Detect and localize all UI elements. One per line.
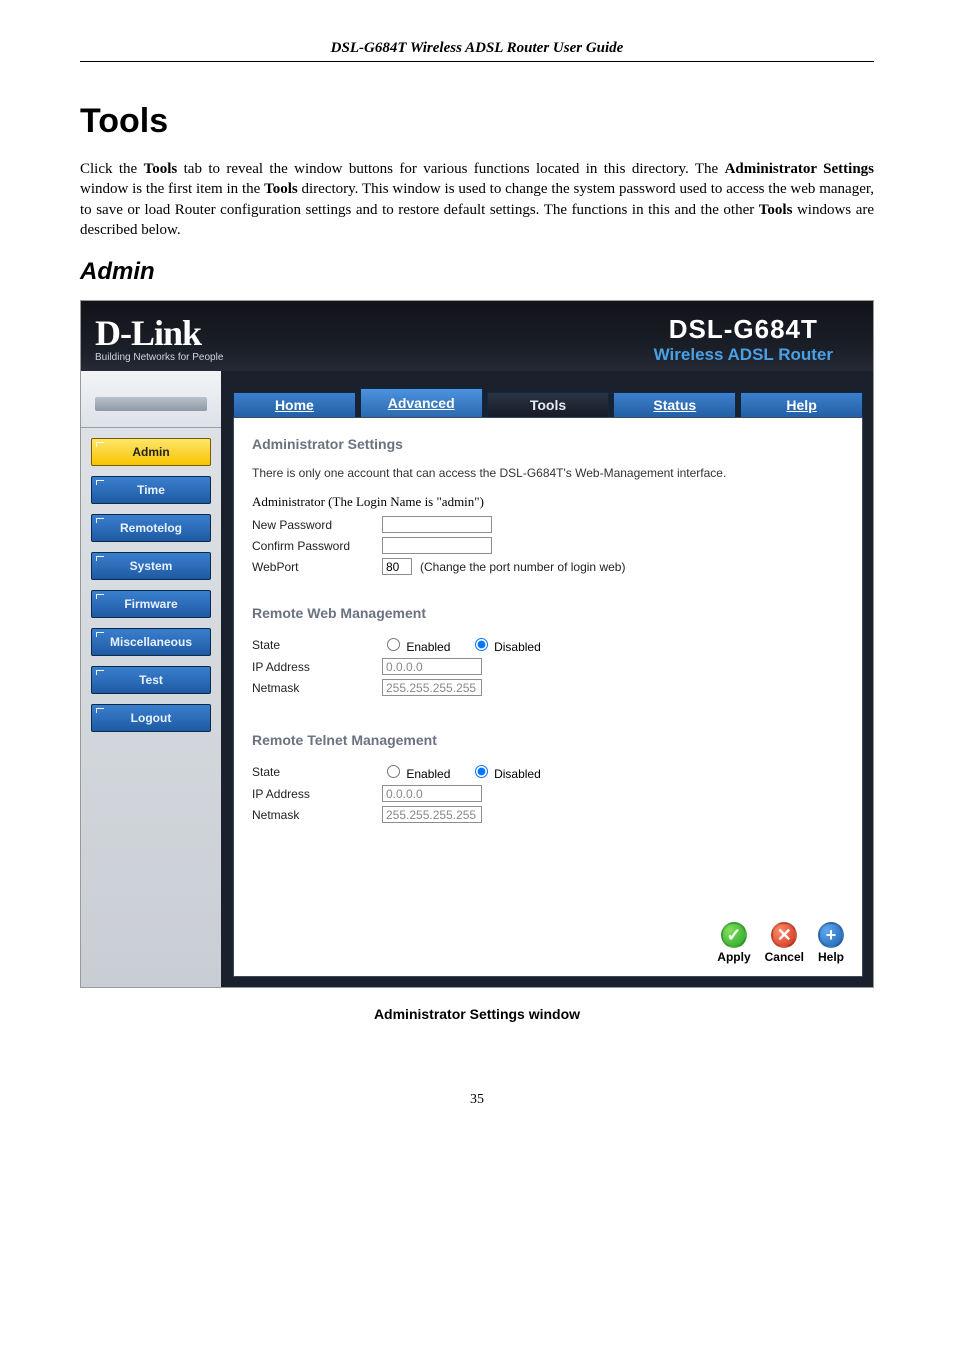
section-admin-settings: Administrator Settings [252,436,844,452]
apply-label: Apply [717,950,750,964]
subsection-title: Admin [80,258,874,286]
figure-caption: Administrator Settings window [80,1006,874,1022]
admin-note: There is only one account that can acces… [252,466,844,480]
body-paragraph: Click the Tools tab to reveal the window… [80,159,874,240]
label-rwm-state: State [252,638,382,652]
label-rwm-netmask: Netmask [252,681,382,695]
section-remote-web: Remote Web Management [252,605,844,621]
label-rtm-netmask: Netmask [252,808,382,822]
sidebar-label: System [130,559,173,573]
sidebar-label: Logout [131,711,172,725]
sidebar-item-miscellaneous[interactable]: Miscellaneous [91,628,211,656]
sidebar-item-admin[interactable]: Admin [91,438,211,466]
input-webport[interactable] [382,558,412,575]
label-rtm-ip: IP Address [252,787,382,801]
login-name-line: Administrator (The Login Name is "admin"… [252,494,844,510]
input-rwm-ip[interactable] [382,658,482,675]
input-confirm-password[interactable] [382,537,492,554]
sidebar: Admin Time Remotelog System Firmware Mis… [81,371,221,987]
brand-logo: D-Link Building Networks for People [95,315,223,363]
radio-label: Disabled [494,640,541,654]
label-webport: WebPort [252,560,382,574]
input-new-password[interactable] [382,516,492,533]
radio-rwm-enabled[interactable]: Enabled [382,640,450,654]
sidebar-label: Test [139,673,163,687]
sidebar-item-system[interactable]: System [91,552,211,580]
cancel-label: Cancel [765,950,804,964]
tab-help[interactable]: Help [740,392,863,417]
sidebar-item-firmware[interactable]: Firmware [91,590,211,618]
sidebar-label: Time [137,483,165,497]
section-remote-telnet: Remote Telnet Management [252,732,844,748]
input-rwm-netmask[interactable] [382,679,482,696]
label-rtm-state: State [252,765,382,779]
label-confirm-password: Confirm Password [252,539,382,553]
help-label: Help [818,950,844,964]
sidebar-label: Remotelog [120,521,182,535]
product-title: DSL-G684T Wireless ADSL Router [654,314,833,365]
radio-label: Enabled [406,640,450,654]
cancel-button[interactable]: ✕ Cancel [765,922,804,964]
apply-button[interactable]: ✓ Apply [717,922,750,964]
doc-header: DSL-G684T Wireless ADSL Router User Guid… [80,40,874,62]
webport-hint: (Change the port number of login web) [420,560,625,574]
close-icon: ✕ [771,922,797,948]
tab-advanced[interactable]: Advanced [360,388,483,417]
radio-label: Disabled [494,767,541,781]
action-row: ✓ Apply ✕ Cancel + Help [717,922,844,964]
product-model: DSL-G684T [654,314,833,345]
check-icon: ✓ [721,922,747,948]
label-rwm-ip: IP Address [252,660,382,674]
tab-home[interactable]: Home [233,392,356,417]
main-tabs: Home Advanced Tools Status Help [221,371,863,417]
logo-text: D-Link [95,315,223,351]
router-screenshot: D-Link Building Networks for People DSL-… [80,300,874,988]
tab-tools[interactable]: Tools [487,392,610,417]
sidebar-item-time[interactable]: Time [91,476,211,504]
product-desc: Wireless ADSL Router [654,345,833,365]
radio-rwm-disabled[interactable]: Disabled [470,640,541,654]
page-number: 35 [80,1092,874,1108]
sidebar-item-logout[interactable]: Logout [91,704,211,732]
sidebar-label: Miscellaneous [110,635,192,649]
label-new-password: New Password [252,518,382,532]
radio-rtm-disabled[interactable]: Disabled [470,767,541,781]
help-button[interactable]: + Help [818,922,844,964]
input-rtm-netmask[interactable] [382,806,482,823]
radio-label: Enabled [406,767,450,781]
sidebar-label: Admin [132,445,169,459]
router-header: D-Link Building Networks for People DSL-… [81,301,873,371]
tab-status[interactable]: Status [613,392,736,417]
section-title: Tools [80,102,874,141]
sidebar-item-test[interactable]: Test [91,666,211,694]
logo-tagline: Building Networks for People [95,353,223,363]
radio-rtm-enabled[interactable]: Enabled [382,767,450,781]
input-rtm-ip[interactable] [382,785,482,802]
sidebar-label: Firmware [124,597,177,611]
router-illustration [81,371,221,428]
sidebar-item-remotelog[interactable]: Remotelog [91,514,211,542]
content-panel: Administrator Settings There is only one… [233,417,863,977]
plus-icon: + [818,922,844,948]
